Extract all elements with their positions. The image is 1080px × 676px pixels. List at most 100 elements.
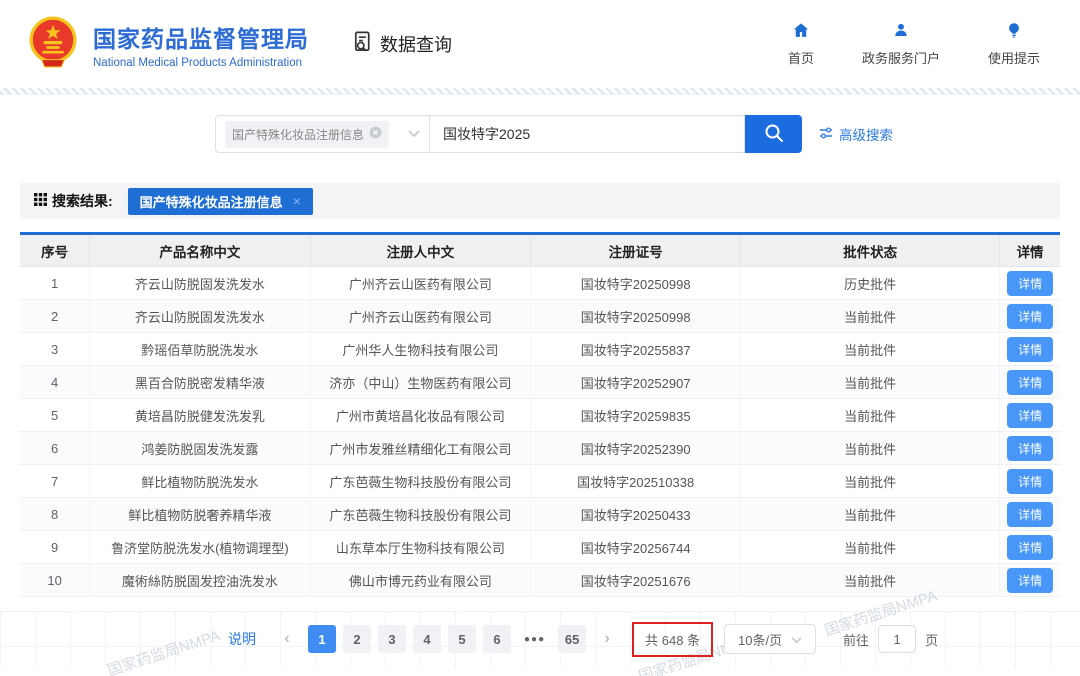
table-row: 7 鲜比植物防脱洗发水 广东芭薇生物科技股份有限公司 国妆特字202510338 当前批…	[20, 464, 1060, 498]
detail-button[interactable]: 详情	[1007, 270, 1054, 296]
detail-cell: 详情	[999, 398, 1060, 432]
app-title-label: 数据查询	[380, 35, 452, 55]
detail-cell: 详情	[999, 266, 1060, 300]
product-name: 黑百合防脱密发精华液	[89, 365, 311, 399]
table-row: 9 鲁济堂防脱洗发水(植物调理型) 山东草本厅生物科技有限公司 国妆特字2025674…	[20, 530, 1060, 564]
page-button-2[interactable]: 2	[343, 625, 371, 653]
nav-item-tips[interactable]: 使用提示	[988, 21, 1040, 67]
page-button-5[interactable]: 5	[448, 625, 476, 653]
close-icon[interactable]: ×	[293, 193, 301, 209]
note-link[interactable]: 说明	[228, 629, 256, 649]
product-name: 齐云山防脱固发洗发水	[89, 266, 311, 300]
org-title: 国家药品监督管理局	[93, 25, 309, 52]
cert-number: 国妆特字202510338	[530, 464, 742, 498]
cert-number: 国妆特字20256744	[530, 530, 742, 564]
category-tag-label: 国产特殊化妆品注册信息	[232, 127, 365, 142]
page-button-6[interactable]: 6	[483, 625, 511, 653]
registrant-name: 广州齐云山医药有限公司	[310, 266, 532, 300]
table-header-row: 序号 产品名称中文 注册人中文 注册证号 批件状态 详情	[20, 233, 1060, 267]
total-count: 共 648 条	[632, 621, 714, 657]
close-circle-icon[interactable]	[369, 126, 382, 142]
last-page-button[interactable]: 65	[558, 625, 587, 653]
table-row: 1 齐云山防脱固发洗发水 广州齐云山医药有限公司 国妆特字20250998 历史批件 详情	[20, 266, 1060, 300]
detail-cell: 详情	[999, 530, 1060, 564]
row-index: 8	[20, 497, 91, 531]
registrant-name: 佛山市博元药业有限公司	[310, 563, 532, 597]
detail-button[interactable]: 详情	[1007, 534, 1054, 560]
detail-cell: 详情	[999, 497, 1060, 531]
org-subtitle: National Medical Products Administration	[93, 56, 303, 69]
registrant-name: 广州齐云山医药有限公司	[310, 299, 532, 333]
col-header-index: 序号	[20, 233, 91, 267]
page-size-value: 10条/页	[738, 632, 783, 648]
product-name: 鲜比植物防脱洗发水	[89, 464, 311, 498]
product-name: 鸿姜防脱固发洗发露	[89, 431, 311, 465]
approval-status: 历史批件	[740, 266, 1001, 300]
cert-number: 国妆特字20255837	[530, 332, 742, 366]
chevron-down-icon	[408, 125, 420, 143]
row-index: 10	[20, 563, 91, 597]
category-tag[interactable]: 国产特殊化妆品注册信息	[225, 120, 390, 148]
table-row: 8 鲜比植物防脱奢养精华液 广东芭薇生物科技股份有限公司 国妆特字20250433 当前…	[20, 497, 1060, 531]
product-name: 黔瑶佰草防脱洗发水	[89, 332, 311, 366]
detail-button[interactable]: 详情	[1007, 468, 1054, 494]
table-row: 6 鸿姜防脱固发洗发露 广州市发雅丝精细化工有限公司 国妆特字20252390 当前批件…	[20, 431, 1060, 465]
approval-status: 当前批件	[740, 530, 1001, 564]
page: 国家药品监督管理局 National Medical Products Admi…	[0, 0, 1080, 676]
table-row: 5 黄培昌防脱健发洗发乳 广州市黄培昌化妆品有限公司 国妆特字20259835 当前批件…	[20, 398, 1060, 432]
grid-icon	[34, 193, 47, 209]
page-button-4[interactable]: 4	[413, 625, 441, 653]
ellipsis-button[interactable]: ●●●	[518, 625, 551, 653]
col-header-product: 产品名称中文	[89, 233, 311, 267]
goto-prefix: 前往	[843, 632, 870, 648]
row-index: 7	[20, 464, 91, 498]
table-body: 1 齐云山防脱固发洗发水 广州齐云山医药有限公司 国妆特字20250998 历史批件 详情…	[20, 266, 1060, 597]
nav-item-portal[interactable]: 政务服务门户	[862, 21, 940, 67]
detail-button[interactable]: 详情	[1007, 435, 1054, 461]
search-input[interactable]	[430, 115, 745, 153]
cert-number: 国妆特字20250998	[530, 299, 742, 333]
goto-page-input[interactable]	[878, 625, 917, 653]
next-page-button[interactable]: ›	[593, 625, 621, 653]
prev-page-button[interactable]: ‹	[273, 625, 301, 653]
product-name: 齐云山防脱固发洗发水	[89, 299, 311, 333]
brand: 国家药品监督管理局 National Medical Products Admi…	[26, 15, 309, 74]
table-row: 3 黔瑶佰草防脱洗发水 广州华人生物科技有限公司 国妆特字20255837 当前批件 详情	[20, 332, 1060, 366]
detail-button[interactable]: 详情	[1007, 567, 1054, 593]
registrant-name: 广州市黄培昌化妆品有限公司	[310, 398, 532, 432]
approval-status: 当前批件	[740, 299, 1001, 333]
registrant-name: 广州市发雅丝精细化工有限公司	[310, 431, 532, 465]
nav-label: 首页	[787, 51, 814, 66]
detail-button[interactable]: 详情	[1007, 501, 1054, 527]
table-row: 4 黑百合防脱密发精华液 济亦（中山）生物医药有限公司 国妆特字20252907 当前批…	[20, 365, 1060, 399]
registrant-name: 广州华人生物科技有限公司	[310, 332, 532, 366]
approval-status: 当前批件	[740, 365, 1001, 399]
product-name: 鲁济堂防脱洗发水(植物调理型)	[89, 530, 311, 564]
page-button-3[interactable]: 3	[378, 625, 406, 653]
row-index: 5	[20, 398, 91, 432]
page-size-select[interactable]: 10条/页	[724, 624, 817, 654]
col-header-registrant: 注册人中文	[310, 233, 532, 267]
registrant-name: 山东草本厅生物科技有限公司	[310, 530, 532, 564]
cert-number: 国妆特字20250433	[530, 497, 742, 531]
col-header-cert: 注册证号	[530, 233, 742, 267]
goto-page: 前往 页	[843, 625, 938, 653]
page-button-1[interactable]: 1	[308, 625, 336, 653]
advanced-search-link[interactable]: 高级搜索	[819, 124, 893, 144]
results-label-text: 搜索结果:	[52, 193, 113, 209]
cert-number: 国妆特字20252907	[530, 365, 742, 399]
detail-button[interactable]: 详情	[1007, 369, 1054, 395]
chevron-down-icon	[791, 632, 802, 647]
nav-item-home[interactable]: 首页	[788, 21, 814, 67]
filter-tag[interactable]: 国产特殊化妆品注册信息 ×	[127, 187, 313, 215]
results-bar: 搜索结果: 国产特殊化妆品注册信息 ×	[20, 183, 1060, 219]
product-name: 魔術絲防脱固发控油洗发水	[89, 563, 311, 597]
nav-label: 政务服务门户	[861, 51, 940, 66]
approval-status: 当前批件	[740, 464, 1001, 498]
detail-button[interactable]: 详情	[1007, 303, 1054, 329]
registrant-name: 广东芭薇生物科技股份有限公司	[310, 497, 532, 531]
detail-button[interactable]: 详情	[1007, 402, 1054, 428]
search-button[interactable]	[745, 115, 802, 153]
detail-button[interactable]: 详情	[1007, 336, 1054, 362]
category-select[interactable]: 国产特殊化妆品注册信息	[215, 115, 430, 153]
